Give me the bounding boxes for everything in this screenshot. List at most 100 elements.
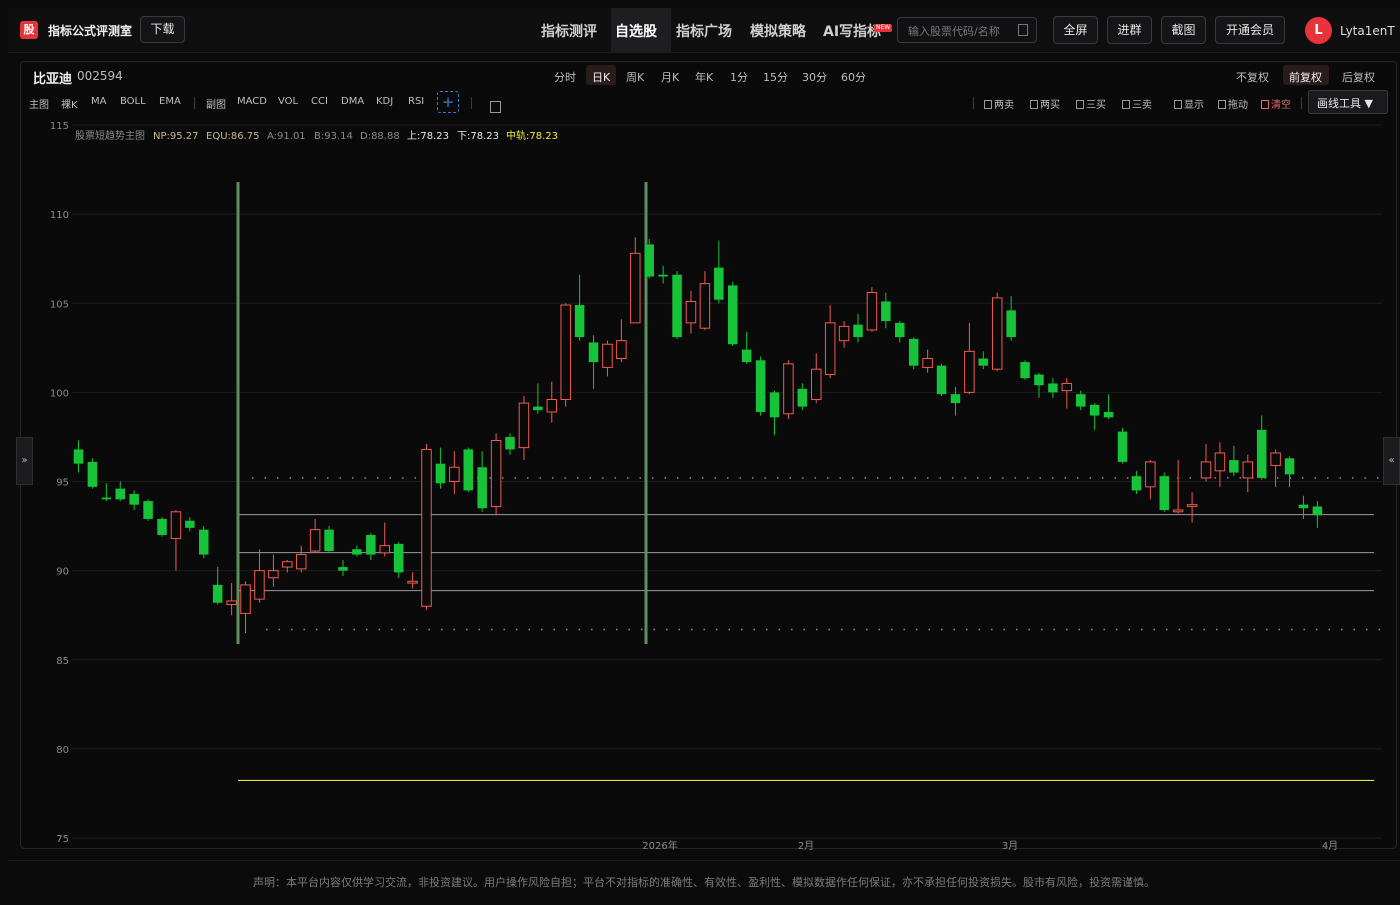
legend-item: EQU:86.75	[206, 131, 260, 142]
candle-body	[978, 358, 989, 366]
candle-body	[1020, 362, 1030, 379]
candle-body	[352, 549, 362, 555]
candle-body	[533, 406, 543, 411]
y-tick-label: 80	[56, 745, 69, 756]
candle-body	[964, 350, 975, 393]
candle-body	[449, 466, 460, 482]
candle-body	[170, 511, 182, 540]
candle-body	[602, 343, 613, 368]
candle-body	[1159, 476, 1170, 511]
legend-item: D:88.88	[360, 131, 400, 142]
legend-item: A:91.01	[267, 131, 306, 142]
candle-body	[866, 292, 878, 331]
candle-body	[379, 545, 390, 554]
candle-body	[1048, 383, 1058, 393]
candle-body	[143, 501, 153, 519]
y-tick-label: 115	[50, 121, 69, 132]
candle-body	[129, 493, 139, 505]
candle-body	[199, 529, 209, 555]
candle-body	[1131, 476, 1142, 491]
y-tick-label: 90	[56, 567, 69, 578]
y-tick-label: 105	[50, 299, 69, 310]
candle-body	[991, 297, 1003, 370]
candle-body	[853, 324, 863, 338]
candle-body	[895, 322, 905, 338]
candle-body	[714, 267, 724, 300]
candle-body	[616, 340, 627, 360]
candle-body	[1214, 452, 1226, 472]
candle-body	[1006, 310, 1016, 338]
x-tick-label: 4月	[1322, 840, 1338, 852]
candle-body	[769, 392, 780, 418]
legend-item: 上:78.23	[407, 130, 449, 142]
candle-body	[908, 338, 919, 366]
y-tick-label: 75	[56, 834, 69, 845]
candle-body	[1117, 431, 1128, 462]
y-tick-label: 85	[56, 656, 69, 667]
legend-item: 下:78.23	[457, 131, 499, 142]
candle-body	[685, 300, 697, 324]
candle-body	[407, 580, 418, 584]
candle-body	[393, 543, 404, 573]
candle-body	[811, 368, 822, 401]
candle-body	[1075, 394, 1086, 407]
candle-body	[490, 440, 502, 507]
legend-item: 中轨:78.23	[506, 129, 558, 142]
candle-body	[1145, 461, 1156, 488]
candle-body	[588, 342, 599, 363]
candle-body	[309, 529, 321, 552]
candle-body	[936, 365, 947, 395]
candle-body	[1229, 460, 1239, 473]
candle-body	[727, 285, 738, 345]
legend-title: 股票短趋势主图	[75, 129, 145, 142]
y-tick-label: 110	[50, 210, 69, 221]
candle-body	[463, 449, 474, 491]
candle-body	[338, 567, 348, 571]
candle-body	[268, 570, 279, 579]
candle-body	[699, 283, 711, 329]
candle-body	[101, 497, 112, 500]
candle-body	[574, 305, 585, 338]
candle-body	[783, 363, 794, 415]
candle-body	[824, 322, 836, 376]
candle-body	[1270, 452, 1281, 466]
candle-body	[73, 449, 84, 464]
candle-body	[1089, 404, 1100, 416]
x-tick-label: 2026年	[642, 839, 677, 852]
candle-body	[630, 252, 641, 324]
legend-item: B:93.14	[314, 131, 353, 142]
candle-body	[157, 518, 167, 535]
candle-body	[1034, 374, 1044, 386]
candle-body	[421, 448, 432, 607]
candle-body	[922, 358, 933, 368]
candle-body	[1312, 506, 1323, 516]
candle-body	[115, 488, 126, 500]
left-collapse-icon[interactable]: »	[16, 437, 33, 485]
candle-body	[1200, 461, 1212, 479]
candle-body	[1186, 504, 1198, 507]
candle-body	[1298, 504, 1309, 509]
candle-body	[185, 520, 195, 528]
candle-body	[324, 529, 334, 552]
y-tick-label: 100	[50, 388, 69, 399]
candle-body	[658, 274, 668, 277]
candle-body	[755, 360, 766, 412]
legend-item: NP:95.27	[153, 131, 199, 142]
x-tick-label: 2月	[798, 840, 814, 852]
candle-body	[1103, 411, 1114, 418]
candle-body	[1284, 458, 1295, 475]
kline-chart[interactable]: 75 80 85 90 95 100 105 110 115 2026年 2月 3月 4月 股票短趋势主图…	[0, 0, 1400, 900]
candle-body	[366, 534, 376, 555]
candle-body	[518, 402, 530, 449]
candle-body	[295, 554, 307, 570]
y-tick-label: 95	[56, 478, 69, 489]
right-collapse-icon[interactable]: «	[1383, 437, 1400, 485]
candle-body	[254, 570, 265, 600]
candle-body	[240, 584, 251, 614]
candle-body	[212, 584, 223, 603]
candle-body	[672, 274, 682, 338]
candle-body	[546, 399, 558, 413]
candle-body	[226, 600, 237, 605]
candle-body	[282, 561, 293, 568]
candle-body	[560, 304, 571, 401]
